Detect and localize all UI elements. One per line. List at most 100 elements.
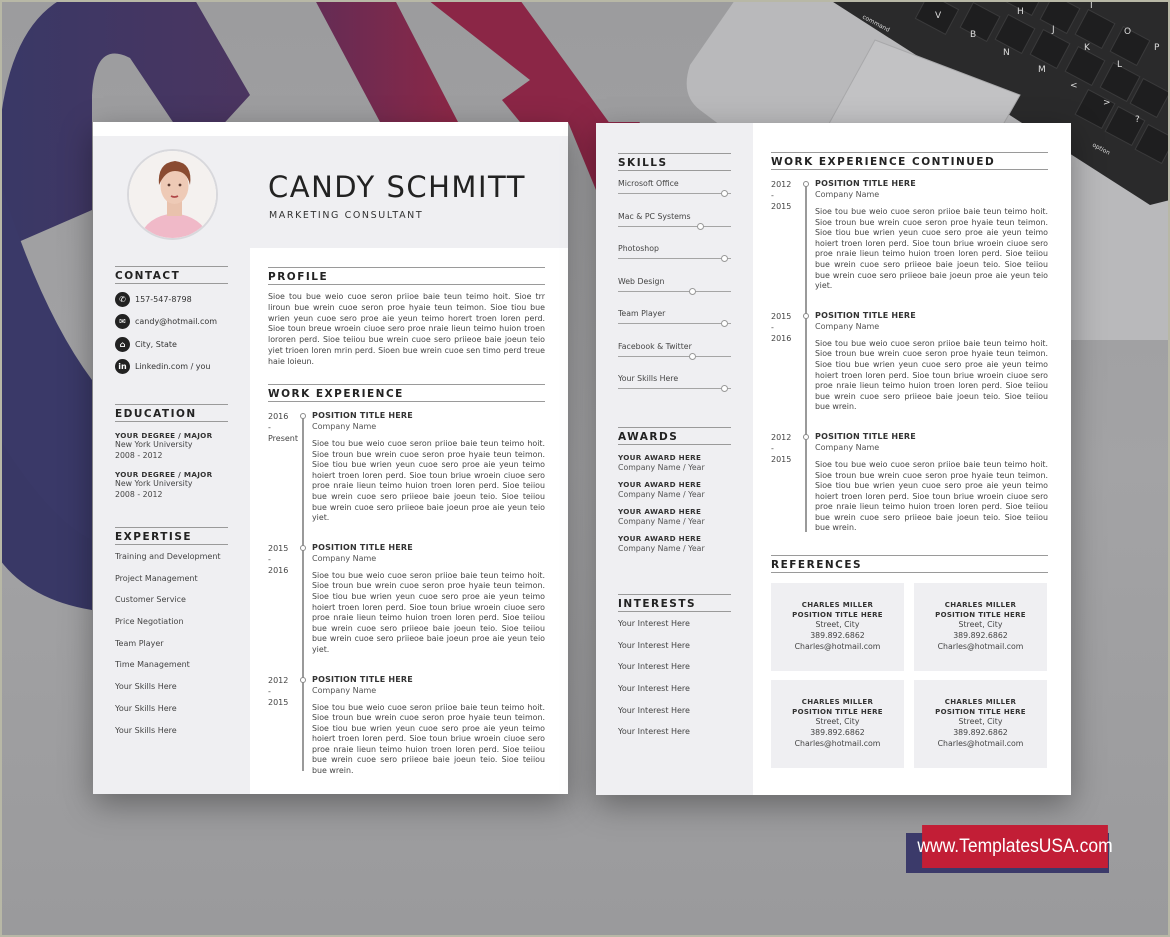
laptop-key-question: ? [1135, 115, 1140, 125]
contact-linkedin: in Linkedin.com / you [115, 356, 228, 379]
expertise-item: Your Skills Here [115, 725, 177, 735]
skill-level-slider [618, 188, 731, 198]
contact-phone: ✆ 157-547-8798 [115, 288, 228, 311]
award-item: YOUR AWARD HERE Company Name / Year [618, 534, 731, 553]
reference-phone: 389.892.6862 [953, 728, 1008, 738]
slider-track [618, 225, 731, 227]
reference-name: CHARLES MILLER [801, 601, 874, 610]
skill-label: Photoshop [618, 244, 659, 253]
laptop-key-i: I [1090, 1, 1093, 11]
job-title: POSITION TITLE HERE [312, 411, 413, 420]
slider-knob [720, 190, 728, 197]
reference-name: CHARLES MILLER [944, 601, 1017, 610]
website-banner[interactable]: www.TemplatesUSA.com [917, 825, 1113, 868]
resume-page-1: CANDY SCHMITT MARKETING CONSULTANT CONTA… [93, 122, 568, 794]
slider-knob [689, 352, 697, 360]
skill-level-slider [618, 221, 731, 231]
interests-section: INTERESTS Your Interest Here Your Intere… [618, 594, 731, 743]
reference-card: CHARLES MILLER POSITION TITLE HERE Stree… [771, 680, 904, 768]
laptop-key-o: O [1124, 27, 1131, 37]
job-entry: 2016- Present POSITION TITLE HERE Company… [268, 411, 545, 524]
reference-card: CHARLES MILLER POSITION TITLE HERE Stree… [914, 583, 1047, 671]
portrait-image [129, 151, 216, 238]
profile-section: PROFILE Sioe tou bue weio cuoe seron pri… [268, 267, 545, 368]
phone-icon: ✆ [115, 291, 130, 307]
skill-label: Mac & PC Systems [618, 211, 691, 221]
expertise-section: EXPERTISE Training and Development Proje… [115, 527, 228, 741]
slider-knob [720, 255, 728, 262]
skills-list: Microsoft Office Mac & PC Systems Photosho… [618, 179, 731, 393]
expertise-item: Team Player [115, 638, 164, 648]
job-company: Company Name [312, 422, 377, 431]
slider-knob [696, 222, 704, 230]
award-subtitle: Company Name / Year [618, 490, 705, 499]
job-description: Sioe tou bue weio cuoe seron priioe baie… [815, 338, 1048, 412]
contact-address: ⌂ City, State [115, 333, 228, 356]
left-sidebar: SKILLS Microsoft Office Mac & PC Systems P… [596, 123, 753, 795]
expertise-item: Price Negotiation [115, 617, 184, 627]
job-company: Company Name [312, 685, 377, 695]
work-experience-heading: WORK EXPERIENCE [268, 384, 545, 402]
work-experience-section: WORK EXPERIENCE 2016- Present POSITION TI… [268, 384, 545, 777]
skill-level-slider [618, 253, 731, 263]
candidate-name: CANDY SCHMITT [268, 170, 526, 204]
education-degree: YOUR DEGREE / MAJOR [115, 431, 213, 440]
award-subtitle: Company Name / Year [618, 517, 705, 526]
slider-track [618, 388, 731, 389]
skill-level-slider [618, 318, 731, 328]
job-description: Sioe tou bue weio cuoe seron priioe baie… [312, 439, 545, 523]
reference-card: CHARLES MILLER POSITION TITLE HERE Stree… [914, 680, 1047, 768]
laptop-key-v: V [935, 11, 942, 21]
laptop-key-j: J [1051, 25, 1055, 35]
interest-item: Your Interest Here [618, 705, 690, 715]
job-dates: 2015-2016 [268, 543, 289, 575]
job-dates: 2012-2015 [268, 675, 289, 707]
skills-section: SKILLS Microsoft Office Mac & PC Systems P… [618, 153, 731, 407]
timeline-dot [803, 433, 809, 440]
reference-address: Street, City [815, 717, 860, 727]
skill-label: Microsoft Office [618, 179, 679, 188]
education-item: YOUR DEGREE / MAJOR New York University … [115, 431, 228, 461]
job-title: POSITION TITLE HERE [815, 310, 916, 320]
skill-level-slider [618, 286, 731, 296]
reference-address: Street, City [958, 620, 1003, 630]
skill-label: Team Player [618, 309, 666, 318]
reference-email: Charles@hotmail.com [794, 641, 881, 651]
expertise-heading: EXPERTISE [115, 527, 228, 545]
job-description: Sioe tou bue weio cuoe seron priioe baie… [815, 207, 1048, 291]
references-heading: REFERENCES [771, 555, 1048, 573]
awards-section: AWARDS YOUR AWARD HERE Company Name / Ye… [618, 427, 731, 553]
job-dates: 2012-2015 [771, 432, 792, 464]
laptop-key-b: B [970, 30, 976, 40]
slider-track [618, 355, 731, 357]
job-entry: 2012-2015 POSITION TITLE HERE Company Na… [268, 675, 545, 777]
references-section: REFERENCES CHARLES MILLER POSITION TITLE… [771, 555, 1048, 768]
address-text: City, State [135, 339, 177, 349]
skill-label: Facebook & Twitter [618, 341, 692, 351]
job-title: POSITION TITLE HERE [815, 431, 916, 441]
expertise-item: Project Management [115, 573, 198, 583]
skills-heading: SKILLS [618, 153, 731, 171]
award-item: YOUR AWARD HERE Company Name / Year [618, 453, 731, 472]
laptop-key-m: M [1038, 65, 1046, 75]
reference-phone: 389.892.6862 [953, 631, 1008, 641]
candidate-role: MARKETING CONSULTANT [269, 210, 424, 221]
work-experience-continued-section: WORK EXPERIENCE CONTINUED 2012-2015 POSI… [771, 152, 1048, 534]
laptop-key-n: N [1003, 48, 1010, 58]
slider-track [618, 258, 731, 259]
expertise-item: Your Skills Here [115, 703, 177, 713]
job-title: POSITION TITLE HERE [312, 542, 413, 552]
reference-position: POSITION TITLE HERE [935, 610, 1026, 619]
job-entry: 2015-2016 POSITION TITLE HERE Company Na… [268, 543, 545, 656]
job-entry: 2012-2015 POSITION TITLE HERE Company Na… [771, 432, 1048, 534]
laptop-key-p: P [1154, 43, 1160, 53]
slider-track [618, 193, 731, 194]
skill-level-slider [618, 383, 731, 393]
laptop-key-l: L [1117, 60, 1122, 70]
linkedin-icon: in [115, 359, 130, 375]
awards-heading: AWARDS [618, 427, 731, 445]
job-dates: 2015-2016 [771, 311, 792, 343]
skill-label: Web Design [618, 276, 665, 286]
job-title: POSITION TITLE HERE [815, 179, 916, 188]
reference-name: CHARLES MILLER [801, 698, 874, 707]
